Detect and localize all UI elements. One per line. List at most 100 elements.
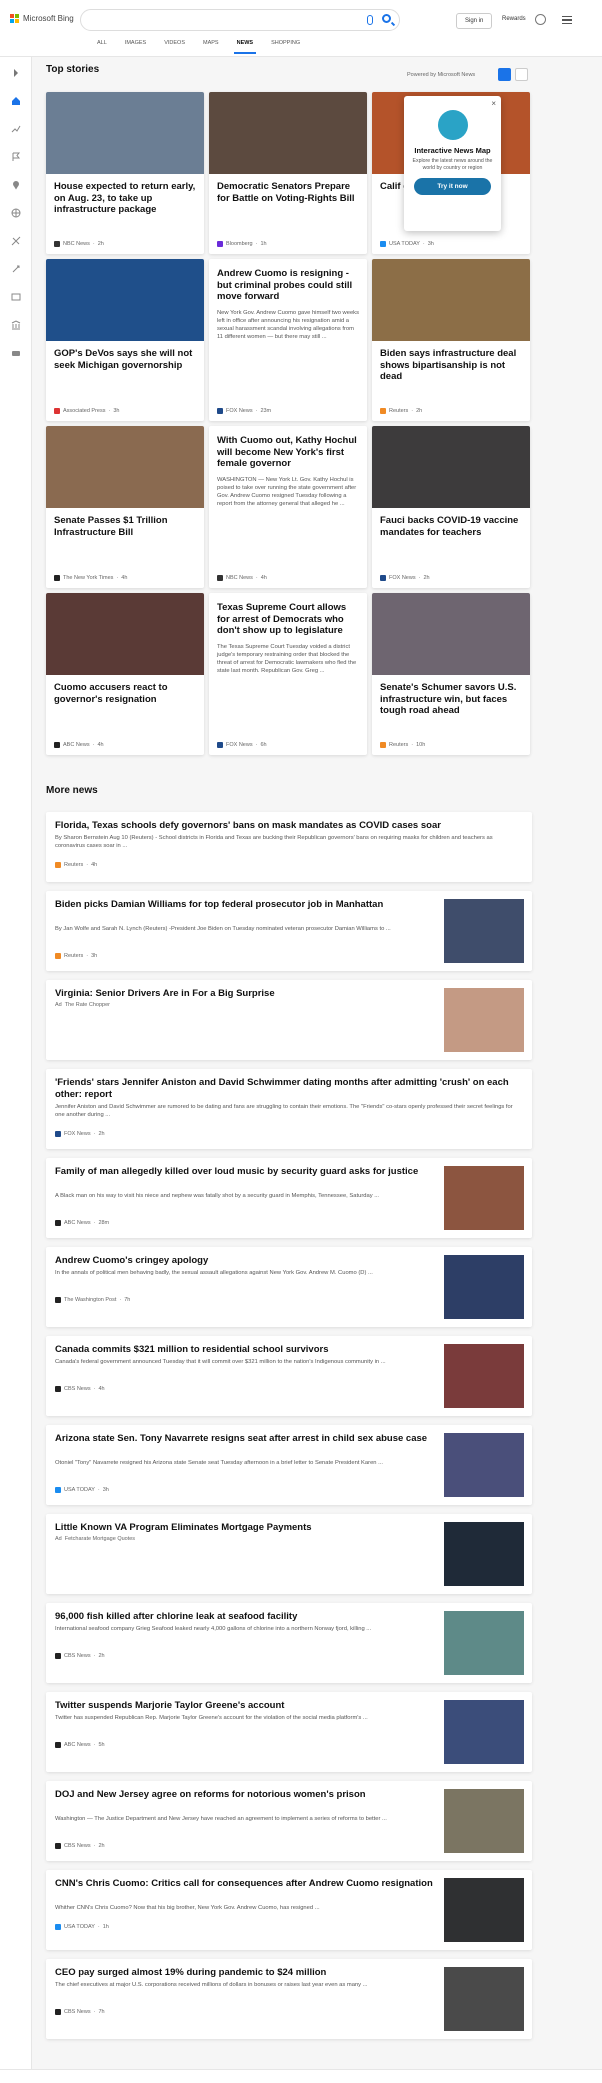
flag-icon[interactable] (11, 149, 21, 161)
close-icon[interactable]: × (491, 99, 496, 108)
tab-all[interactable]: ALL (88, 40, 116, 54)
news-thumbnail[interactable] (444, 1433, 524, 1497)
news-title[interactable]: Twitter suspends Marjorie Taylor Greene'… (55, 1700, 441, 1712)
tab-news[interactable]: NEWS (228, 40, 263, 54)
story-image[interactable] (372, 259, 530, 341)
news-item[interactable]: Family of man allegedly killed over loud… (46, 1158, 532, 1238)
news-thumbnail[interactable] (444, 1611, 524, 1675)
search-input[interactable] (80, 9, 400, 31)
sign-in-button[interactable]: Sign in (456, 13, 493, 29)
news-title[interactable]: Family of man allegedly killed over loud… (55, 1166, 441, 1178)
expand-icon[interactable] (11, 65, 21, 77)
story-image[interactable] (209, 92, 367, 174)
tab-maps[interactable]: MAPS (194, 40, 228, 54)
story-image[interactable] (372, 593, 530, 675)
news-item[interactable]: CNN's Chris Cuomo: Critics call for cons… (46, 1870, 532, 1950)
news-item[interactable]: CEO pay surged almost 19% during pandemi… (46, 1959, 532, 2039)
search-icon[interactable] (382, 14, 391, 23)
news-thumbnail[interactable] (444, 1967, 524, 2031)
story-card[interactable]: Senate Passes $1 Trillion Infrastructure… (46, 426, 204, 588)
news-item[interactable]: 96,000 fish killed after chlorine leak a… (46, 1603, 532, 1683)
story-card[interactable]: Andrew Cuomo is resigning - but criminal… (209, 259, 367, 421)
news-title[interactable]: Canada commits $321 million to residenti… (55, 1344, 441, 1356)
story-image[interactable] (372, 426, 530, 508)
story-card[interactable]: House expected to return early, on Aug. … (46, 92, 204, 254)
story-card[interactable]: Biden says infrastructure deal shows bip… (372, 259, 530, 421)
news-title[interactable]: Virginia: Senior Drivers Are in For a Bi… (55, 988, 441, 1000)
story-title[interactable]: Biden says infrastructure deal shows bip… (372, 341, 530, 383)
news-source: CBS News · 7h (55, 2009, 105, 2015)
story-title[interactable]: Fauci backs COVID-19 vaccine mandates fo… (372, 508, 530, 538)
news-item[interactable]: Andrew Cuomo's cringey apology In the ann… (46, 1247, 532, 1327)
news-thumbnail[interactable] (444, 1166, 524, 1230)
story-title[interactable]: Texas Supreme Court allows for arrest of… (209, 593, 367, 637)
story-image[interactable] (46, 259, 204, 341)
story-card[interactable]: Fauci backs COVID-19 vaccine mandates fo… (372, 426, 530, 588)
story-card[interactable]: GOP's DeVos says she will not seek Michi… (46, 259, 204, 421)
story-title[interactable]: Senate Passes $1 Trillion Infrastructure… (46, 508, 204, 538)
news-title[interactable]: 96,000 fish killed after chlorine leak a… (55, 1611, 441, 1623)
menu-icon[interactable] (562, 16, 572, 24)
globe-icon[interactable] (11, 205, 21, 218)
try-it-now-button[interactable]: Try it now (414, 178, 491, 195)
tab-images[interactable]: IMAGES (116, 40, 155, 54)
news-item[interactable]: 'Friends' stars Jennifer Aniston and Dav… (46, 1069, 532, 1149)
story-card[interactable]: Texas Supreme Court allows for arrest of… (209, 593, 367, 755)
news-thumbnail[interactable] (444, 899, 524, 963)
entertainment-icon[interactable] (11, 289, 21, 301)
story-card[interactable]: Senate's Schumer savors U.S. infrastruct… (372, 593, 530, 755)
news-thumbnail[interactable] (444, 1255, 524, 1319)
news-item[interactable]: Biden picks Damian Williams for top fede… (46, 891, 532, 971)
story-card[interactable]: Democratic Senators Prepare for Battle o… (209, 92, 367, 254)
story-title[interactable]: Senate's Schumer savors U.S. infrastruct… (372, 675, 530, 717)
news-item[interactable]: Arizona state Sen. Tony Navarrete resign… (46, 1425, 532, 1505)
news-title[interactable]: Florida, Texas schools defy governors' b… (55, 820, 525, 832)
news-thumbnail[interactable] (444, 1878, 524, 1942)
news-item[interactable]: Canada commits $321 million to residenti… (46, 1336, 532, 1416)
news-title[interactable]: Biden picks Damian Williams for top fede… (55, 899, 441, 911)
story-title[interactable]: Democratic Senators Prepare for Battle o… (209, 174, 367, 204)
news-title[interactable]: 'Friends' stars Jennifer Aniston and Dav… (55, 1077, 525, 1100)
news-item[interactable]: Florida, Texas schools defy governors' b… (46, 812, 532, 882)
sports-icon[interactable] (11, 233, 21, 246)
story-title[interactable]: Andrew Cuomo is resigning - but criminal… (209, 259, 367, 303)
science-icon[interactable] (11, 261, 21, 273)
news-thumbnail[interactable] (444, 988, 524, 1052)
news-title[interactable]: CEO pay surged almost 19% during pandemi… (55, 1967, 441, 1979)
news-item[interactable]: Little Known VA Program Eliminates Mortg… (46, 1514, 532, 1594)
news-item[interactable]: Virginia: Senior Drivers Are in For a Bi… (46, 980, 532, 1060)
rewards-link[interactable]: Rewards (502, 16, 526, 22)
story-title[interactable]: GOP's DeVos says she will not seek Michi… (46, 341, 204, 371)
bing-logo[interactable]: Microsoft Bing (10, 14, 74, 23)
story-image[interactable] (46, 593, 204, 675)
news-thumbnail[interactable] (444, 1522, 524, 1586)
story-image[interactable] (46, 92, 204, 174)
news-thumbnail[interactable] (444, 1700, 524, 1764)
news-item[interactable]: DOJ and New Jersey agree on reforms for … (46, 1781, 532, 1861)
story-title[interactable]: House expected to return early, on Aug. … (46, 174, 204, 216)
story-title[interactable]: With Cuomo out, Kathy Hochul will become… (209, 426, 367, 470)
map-view-icon[interactable] (515, 68, 528, 81)
story-image[interactable] (46, 426, 204, 508)
location-icon[interactable] (11, 177, 21, 190)
tab-videos[interactable]: VIDEOS (155, 40, 194, 54)
story-title[interactable]: Cuomo accusers react to governor's resig… (46, 675, 204, 705)
trending-icon[interactable] (11, 121, 21, 133)
story-card[interactable]: Cuomo accusers react to governor's resig… (46, 593, 204, 755)
tab-shopping[interactable]: SHOPPING (262, 40, 309, 54)
technology-icon[interactable] (11, 345, 21, 356)
news-title[interactable]: DOJ and New Jersey agree on reforms for … (55, 1789, 441, 1801)
story-card[interactable]: With Cuomo out, Kathy Hochul will become… (209, 426, 367, 588)
grid-view-icon[interactable] (498, 68, 511, 81)
microphone-icon[interactable] (367, 15, 373, 25)
money-icon[interactable] (11, 317, 21, 330)
home-icon[interactable] (11, 93, 21, 105)
news-thumbnail[interactable] (444, 1344, 524, 1408)
news-title[interactable]: Andrew Cuomo's cringey apology (55, 1255, 441, 1267)
news-item[interactable]: Twitter suspends Marjorie Taylor Greene'… (46, 1692, 532, 1772)
rewards-trophy-icon[interactable] (535, 14, 546, 25)
news-title[interactable]: Arizona state Sen. Tony Navarrete resign… (55, 1433, 441, 1445)
news-title[interactable]: Little Known VA Program Eliminates Mortg… (55, 1522, 441, 1534)
news-title[interactable]: CNN's Chris Cuomo: Critics call for cons… (55, 1878, 441, 1890)
news-thumbnail[interactable] (444, 1789, 524, 1853)
